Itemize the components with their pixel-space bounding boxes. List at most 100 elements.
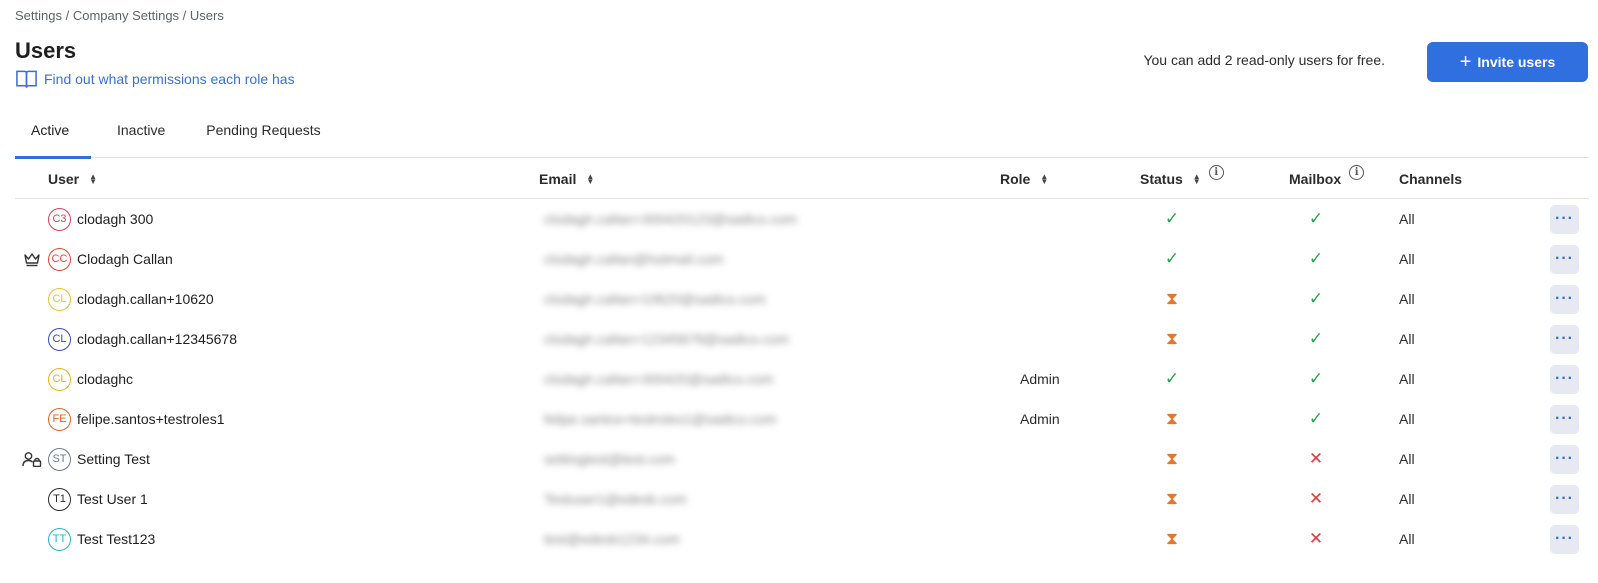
more-cell: ··· — [1550, 239, 1579, 279]
invite-users-button[interactable]: + Invite users — [1427, 42, 1588, 82]
column-header-role[interactable]: Role ▲ ▼ — [1000, 171, 1048, 187]
status-hourglass-icon: ⧗ — [1166, 289, 1178, 308]
user-cell[interactable]: CL clodaghc — [48, 359, 133, 399]
user-name: clodagh 300 — [77, 211, 154, 227]
sort-icon[interactable]: ▲ ▼ — [586, 173, 594, 186]
badge-slot — [21, 519, 43, 559]
table-row[interactable]: TT Test Test123 test@edesk1234.com ⧗ ✕ All ··· — [15, 519, 1589, 559]
badge-slot — [21, 479, 43, 519]
channels-cell: All — [1399, 371, 1415, 387]
column-header-status-label: Status — [1140, 171, 1183, 187]
user-cell[interactable]: ST Setting Test — [48, 439, 150, 479]
user-cell[interactable]: CL clodagh.callan+12345678 — [48, 319, 237, 359]
more-cell: ··· — [1550, 279, 1579, 319]
more-cell: ··· — [1550, 479, 1579, 519]
more-options-button[interactable]: ··· — [1550, 484, 1579, 514]
table-row[interactable]: CL clodagh.callan+10620 clodagh.callan+106… — [15, 279, 1589, 319]
more-options-button[interactable]: ··· — [1550, 324, 1579, 354]
email-cell: clodagh.callan@hotmail.com — [538, 239, 729, 279]
avatar: CL — [48, 327, 71, 351]
avatar: CC — [48, 247, 71, 271]
column-header-status[interactable]: Status ▲ ▼ i — [1140, 164, 1224, 187]
avatar: C3 — [48, 207, 71, 231]
sort-icon[interactable]: ▲ ▼ — [1040, 173, 1048, 186]
column-header-channels-label: Channels — [1399, 171, 1463, 187]
user-name: clodagh.callan+12345678 — [77, 331, 237, 347]
breadcrumb-item-company-settings[interactable]: Company Settings — [73, 8, 179, 23]
table-row[interactable]: C3 clodagh 300 clodagh.callan+300420123@sa… — [15, 199, 1589, 239]
table-row[interactable]: CL clodaghc clodagh.callan+300420@sadico.c… — [15, 359, 1589, 399]
email-value: clodagh.callan+300420123@sadico.com — [544, 211, 797, 227]
status-hourglass-icon: ⧗ — [1166, 489, 1178, 508]
channels-cell: All — [1399, 251, 1415, 267]
more-options-button[interactable]: ··· — [1550, 284, 1579, 314]
plus-icon: + — [1459, 50, 1472, 73]
user-cell[interactable]: T1 Test User 1 — [48, 479, 148, 519]
user-name: Test Test123 — [77, 531, 156, 547]
table-row[interactable]: CL clodagh.callan+12345678 clodagh.callan+… — [15, 319, 1589, 359]
channels-cell: All — [1399, 411, 1415, 427]
channels-cell: All — [1399, 211, 1415, 227]
sort-icon[interactable]: ▲ ▼ — [89, 173, 97, 186]
breadcrumb-item-users: Users — [189, 8, 224, 23]
page-title: Users — [15, 38, 77, 63]
more-cell: ··· — [1550, 519, 1579, 559]
user-cell[interactable]: CC Clodagh Callan — [48, 239, 173, 279]
breadcrumb-separator: / — [61, 8, 73, 23]
user-cell[interactable]: C3 clodagh 300 — [48, 199, 153, 239]
more-options-button[interactable]: ··· — [1550, 524, 1579, 554]
user-cell[interactable]: TT Test Test123 — [48, 519, 155, 559]
user-name: Clodagh Callan — [77, 251, 173, 267]
breadcrumb-item-settings[interactable]: Settings — [15, 8, 62, 23]
mailbox-check-icon: ✓ — [1308, 369, 1324, 388]
breadcrumb-separator: / — [179, 8, 190, 23]
more-options-button[interactable]: ··· — [1550, 244, 1579, 274]
email-value: Testuser1@edesk.com — [544, 491, 687, 507]
more-options-button[interactable]: ··· — [1550, 404, 1579, 434]
column-header-email[interactable]: Email ▲ ▼ — [539, 171, 594, 187]
tab-bar: Active Inactive Pending Requests — [15, 110, 1589, 159]
avatar: TT — [48, 527, 71, 551]
email-value: clodagh.callan+300420@sadico.com — [544, 371, 774, 387]
email-value: felipe.santos+testroles1@sadico.com — [544, 411, 777, 427]
sort-icon[interactable]: ▲ ▼ — [1193, 173, 1201, 186]
users-table: User ▲ ▼ Email ▲ ▼ Role ▲ ▼ Status ▲ ▼ i Mai… — [15, 159, 1589, 559]
status-hourglass-icon: ⧗ — [1166, 409, 1178, 428]
more-options-button[interactable]: ··· — [1550, 444, 1579, 474]
info-icon[interactable]: i — [1349, 164, 1365, 180]
column-header-channels: Channels — [1399, 171, 1462, 187]
status-check-icon: ✓ — [1164, 249, 1180, 268]
info-icon[interactable]: i — [1208, 164, 1224, 180]
more-cell: ··· — [1550, 359, 1579, 399]
table-row[interactable]: ST Setting Test settingtest@test.com ⧗ ✕ All ·… — [15, 439, 1589, 479]
email-value: clodagh.callan+12345678@sadico.com — [544, 331, 789, 347]
email-value: settingtest@test.com — [544, 451, 675, 467]
mailbox-check-icon: ✓ — [1308, 289, 1324, 308]
permissions-link[interactable]: Find out what permissions each role has — [15, 69, 295, 89]
mailbox-check-icon: ✓ — [1308, 329, 1324, 348]
status-check-icon: ✓ — [1164, 369, 1180, 388]
book-icon — [16, 70, 37, 88]
user-cell[interactable]: CL clodagh.callan+10620 — [48, 279, 214, 319]
column-header-mailbox-label: Mailbox — [1289, 171, 1342, 187]
email-cell: clodagh.callan+12345678@sadico.com — [538, 319, 795, 359]
email-cell: settingtest@test.com — [538, 439, 681, 479]
tab-active[interactable]: Active — [15, 110, 91, 159]
table-row[interactable]: T1 Test User 1 Testuser1@edesk.com ⧗ ✕ All ··· — [15, 479, 1589, 519]
status-hourglass-icon: ⧗ — [1166, 329, 1178, 348]
user-lock-icon — [21, 439, 43, 479]
table-row[interactable]: FE felipe.santos+testroles1 felipe.santos+… — [15, 399, 1589, 439]
tab-inactive[interactable]: Inactive — [101, 110, 181, 158]
more-options-button[interactable]: ··· — [1550, 204, 1579, 234]
status-check-icon: ✓ — [1164, 209, 1180, 228]
table-row[interactable]: CC Clodagh Callan clodagh.callan@hotmail.c… — [15, 239, 1589, 279]
mailbox-check-icon: ✓ — [1308, 249, 1324, 268]
user-cell[interactable]: FE felipe.santos+testroles1 — [48, 399, 224, 439]
more-cell: ··· — [1550, 319, 1579, 359]
status-hourglass-icon: ⧗ — [1166, 449, 1178, 468]
badge-slot — [21, 319, 43, 359]
more-options-button[interactable]: ··· — [1550, 364, 1579, 394]
tab-pending-requests[interactable]: Pending Requests — [190, 110, 336, 158]
role-cell: Admin — [1020, 411, 1060, 427]
column-header-user[interactable]: User ▲ ▼ — [48, 171, 97, 187]
